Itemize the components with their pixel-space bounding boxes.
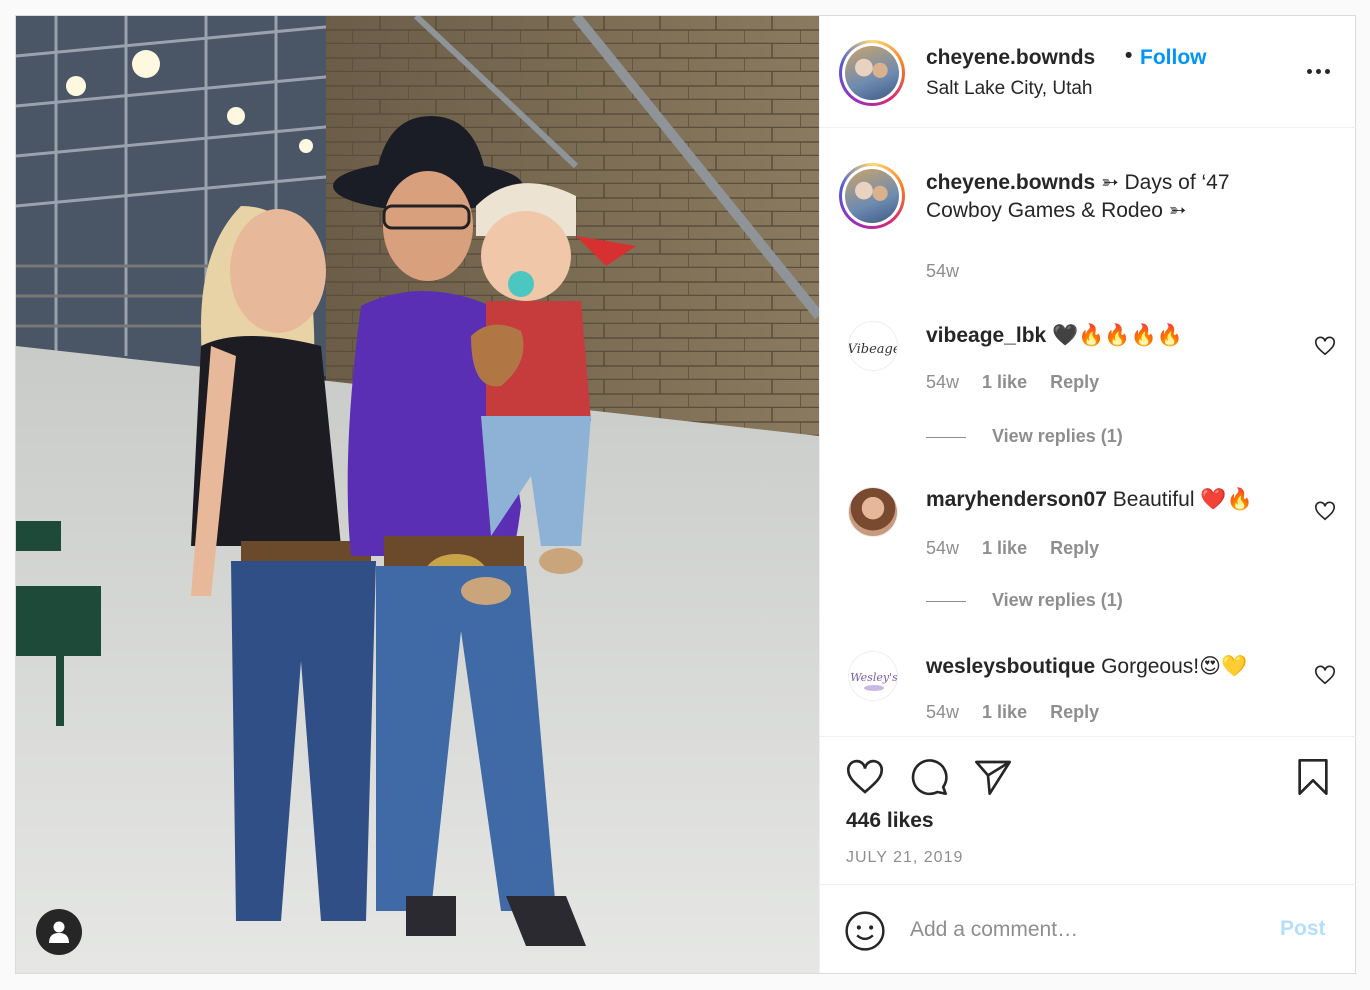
comment-body: Beautiful ❤️🔥 (1112, 488, 1253, 511)
post-photo[interactable] (16, 16, 819, 973)
commenter-avatar[interactable] (848, 487, 898, 537)
replies-divider (926, 436, 966, 438)
rodeo-family-photo (16, 16, 819, 973)
more-options-icon[interactable] (1298, 56, 1338, 86)
comment-meta: 54w 1 like Reply (926, 538, 1117, 559)
comment-bubble-icon[interactable] (908, 757, 950, 797)
comment-text: wesleysboutique Gorgeous!😍💛 (926, 654, 1247, 679)
location-link[interactable]: Salt Lake City, Utah (926, 78, 1093, 100)
person-icon (49, 921, 69, 943)
author-username[interactable]: cheyene.bownds (926, 46, 1095, 70)
view-replies-button[interactable]: View replies (1) (926, 426, 1123, 447)
view-replies-button[interactable]: View replies (1) (926, 590, 1123, 611)
reply-button[interactable]: Reply (1050, 372, 1099, 392)
comment-time[interactable]: 54w (926, 702, 959, 722)
author-avatar[interactable] (839, 40, 905, 106)
post-sidebar: cheyene.bownds • Follow Salt Lake City, … (819, 16, 1356, 973)
svg-text:Wesley's: Wesley's (850, 671, 898, 684)
comment-likes[interactable]: 1 like (982, 702, 1027, 722)
comment-like-heart-icon[interactable] (1314, 335, 1336, 357)
comment-like-heart-icon[interactable] (1314, 664, 1336, 686)
comment-username[interactable]: vibeage_lbk (926, 324, 1046, 347)
tagged-people-button[interactable] (36, 909, 82, 955)
comment-body: 🖤🔥🔥🔥🔥 (1052, 324, 1183, 347)
commenter-avatar[interactable]: Wesley's (848, 651, 898, 701)
comment-body: Gorgeous!😍💛 (1101, 655, 1248, 678)
comment-text: maryhenderson07 Beautiful ❤️🔥 (926, 488, 1253, 512)
reply-button[interactable]: Reply (1050, 702, 1099, 722)
header-separator: • (1125, 44, 1133, 67)
comment-time[interactable]: 54w (926, 538, 959, 558)
caption-time[interactable]: 54w (926, 261, 959, 282)
comment-meta: 54w 1 like Reply (926, 372, 1117, 393)
caption-avatar[interactable] (839, 163, 905, 229)
smiley-icon[interactable] (844, 910, 886, 952)
comment-username[interactable]: maryhenderson07 (926, 488, 1107, 511)
comment-meta: 54w 1 like Reply (926, 702, 1117, 723)
comment-text: vibeage_lbk 🖤🔥🔥🔥🔥 (926, 324, 1183, 348)
comments-list[interactable]: cheyene.bownds ➳ Days of ‘47 Cowboy Game… (820, 129, 1356, 735)
heart-icon[interactable] (844, 757, 886, 797)
caption-username[interactable]: cheyene.bownds (926, 171, 1095, 194)
post-dialog: cheyene.bownds • Follow Salt Lake City, … (15, 15, 1356, 974)
comment-like-heart-icon[interactable] (1314, 500, 1336, 522)
replies-divider (926, 600, 966, 602)
caption-text: cheyene.bownds ➳ Days of ‘47 Cowboy Game… (926, 169, 1306, 225)
comment-likes[interactable]: 1 like (982, 372, 1027, 392)
post-date[interactable]: JULY 21, 2019 (846, 849, 963, 867)
post-actions: 446 likes JULY 21, 2019 (820, 736, 1356, 884)
comment-input[interactable] (910, 913, 1250, 947)
post-comment-button[interactable]: Post (1280, 917, 1326, 941)
follow-button[interactable]: Follow (1140, 46, 1207, 70)
comment-username[interactable]: wesleysboutique (926, 655, 1095, 678)
post-header: cheyene.bownds • Follow Salt Lake City, … (820, 16, 1356, 128)
comment-likes[interactable]: 1 like (982, 538, 1027, 558)
comment-composer: Post (820, 884, 1356, 973)
reply-button[interactable]: Reply (1050, 538, 1099, 558)
view-replies-label: View replies (1) (992, 590, 1123, 610)
svg-text:Vibeage: Vibeage (849, 342, 898, 357)
view-replies-label: View replies (1) (992, 426, 1123, 446)
bookmark-icon[interactable] (1292, 757, 1334, 797)
comment-time[interactable]: 54w (926, 372, 959, 392)
paper-plane-icon[interactable] (972, 757, 1014, 797)
commenter-avatar[interactable]: Vibeage (848, 321, 898, 371)
like-count[interactable]: 446 likes (846, 809, 934, 833)
